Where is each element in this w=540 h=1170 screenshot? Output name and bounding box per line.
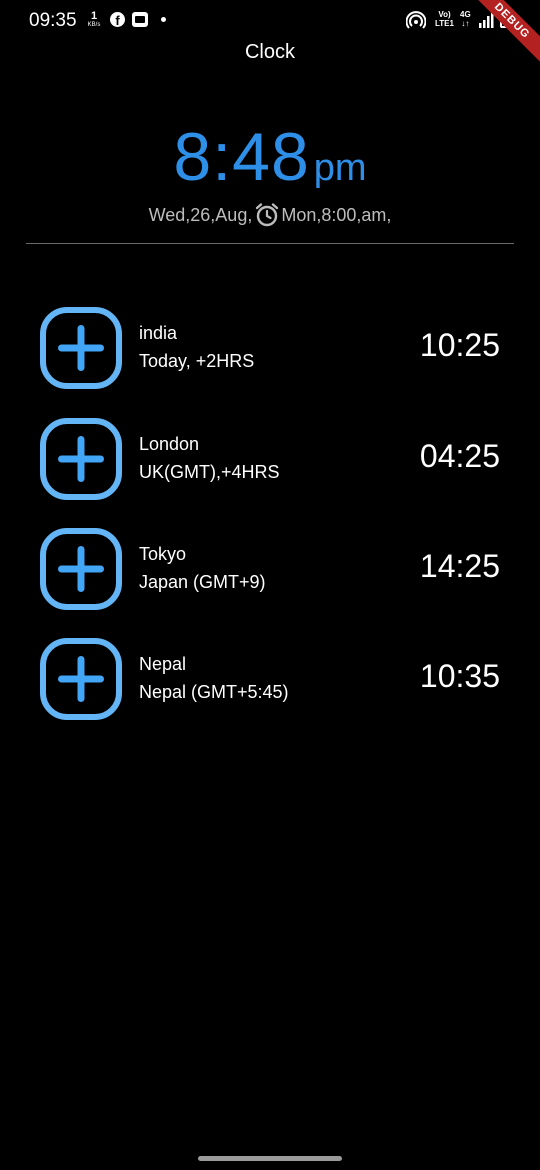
date-alarm-line: Wed,26,Aug, Mon,8:00,am, (0, 202, 540, 228)
facebook-icon: f (110, 12, 125, 27)
home-indicator[interactable] (198, 1156, 342, 1161)
city-offset: Japan (GMT+9) (139, 572, 266, 592)
city-name: London (139, 434, 200, 454)
page-title: Clock (244, 41, 295, 63)
current-ampm: pm (313, 147, 367, 189)
city-offset: UK(GMT),+4HRS (139, 462, 280, 482)
network-speed-value: 1 (90, 10, 98, 22)
volte-indicator: Vo) LTE1 (435, 10, 454, 28)
alarm-clock-icon (256, 203, 279, 227)
city-offset: Today, +2HRS (139, 351, 255, 371)
list-item[interactable]: india Today, +2HRS 10:25 (0, 305, 540, 395)
volte-line2: LTE1 (435, 19, 454, 28)
volte-line1: Vo) (438, 10, 451, 19)
city-time: 10:25 (419, 327, 500, 363)
city-time: 04:25 (419, 438, 500, 474)
current-date: Wed,26,Aug, (148, 205, 253, 225)
add-box-icon[interactable] (38, 305, 124, 391)
city-offset: Nepal (GMT+5:45) (139, 682, 289, 702)
next-alarm: Mon,8:00,am, (281, 205, 392, 225)
signal-icon (479, 12, 494, 28)
network-activity-arrows: ↓↑ (461, 19, 470, 28)
status-bar: 09:35 1 KB/s f Vo) LTE1 4G ↓↑ DEBUG (0, 0, 540, 70)
network-speed: 1 KB/s (84, 10, 104, 29)
current-time: 8:48 (173, 119, 310, 195)
network-type-label: 4G (460, 10, 471, 19)
current-time-display: 8:48 pm (0, 118, 540, 196)
city-name: Nepal (139, 654, 187, 674)
hotspot-icon (406, 11, 426, 29)
list-item[interactable]: London UK(GMT),+4HRS 04:25 (0, 416, 540, 506)
city-name: Tokyo (139, 544, 187, 564)
add-box-icon[interactable] (38, 636, 124, 722)
city-time: 10:35 (419, 658, 500, 694)
network-type-indicator: 4G ↓↑ (460, 10, 471, 28)
divider (26, 243, 514, 244)
city-name: india (139, 323, 178, 343)
status-time: 09:35 (29, 10, 77, 31)
list-item[interactable]: Tokyo Japan (GMT+9) 14:25 (0, 526, 540, 616)
more-notifications-icon (161, 17, 166, 22)
add-box-icon[interactable] (38, 416, 124, 502)
gallery-icon (132, 12, 148, 27)
network-speed-unit: KB/s (87, 22, 101, 28)
list-item[interactable]: Nepal Nepal (GMT+5:45) 10:35 (0, 636, 540, 726)
add-box-icon[interactable] (38, 526, 124, 612)
city-time: 14:25 (419, 548, 500, 584)
